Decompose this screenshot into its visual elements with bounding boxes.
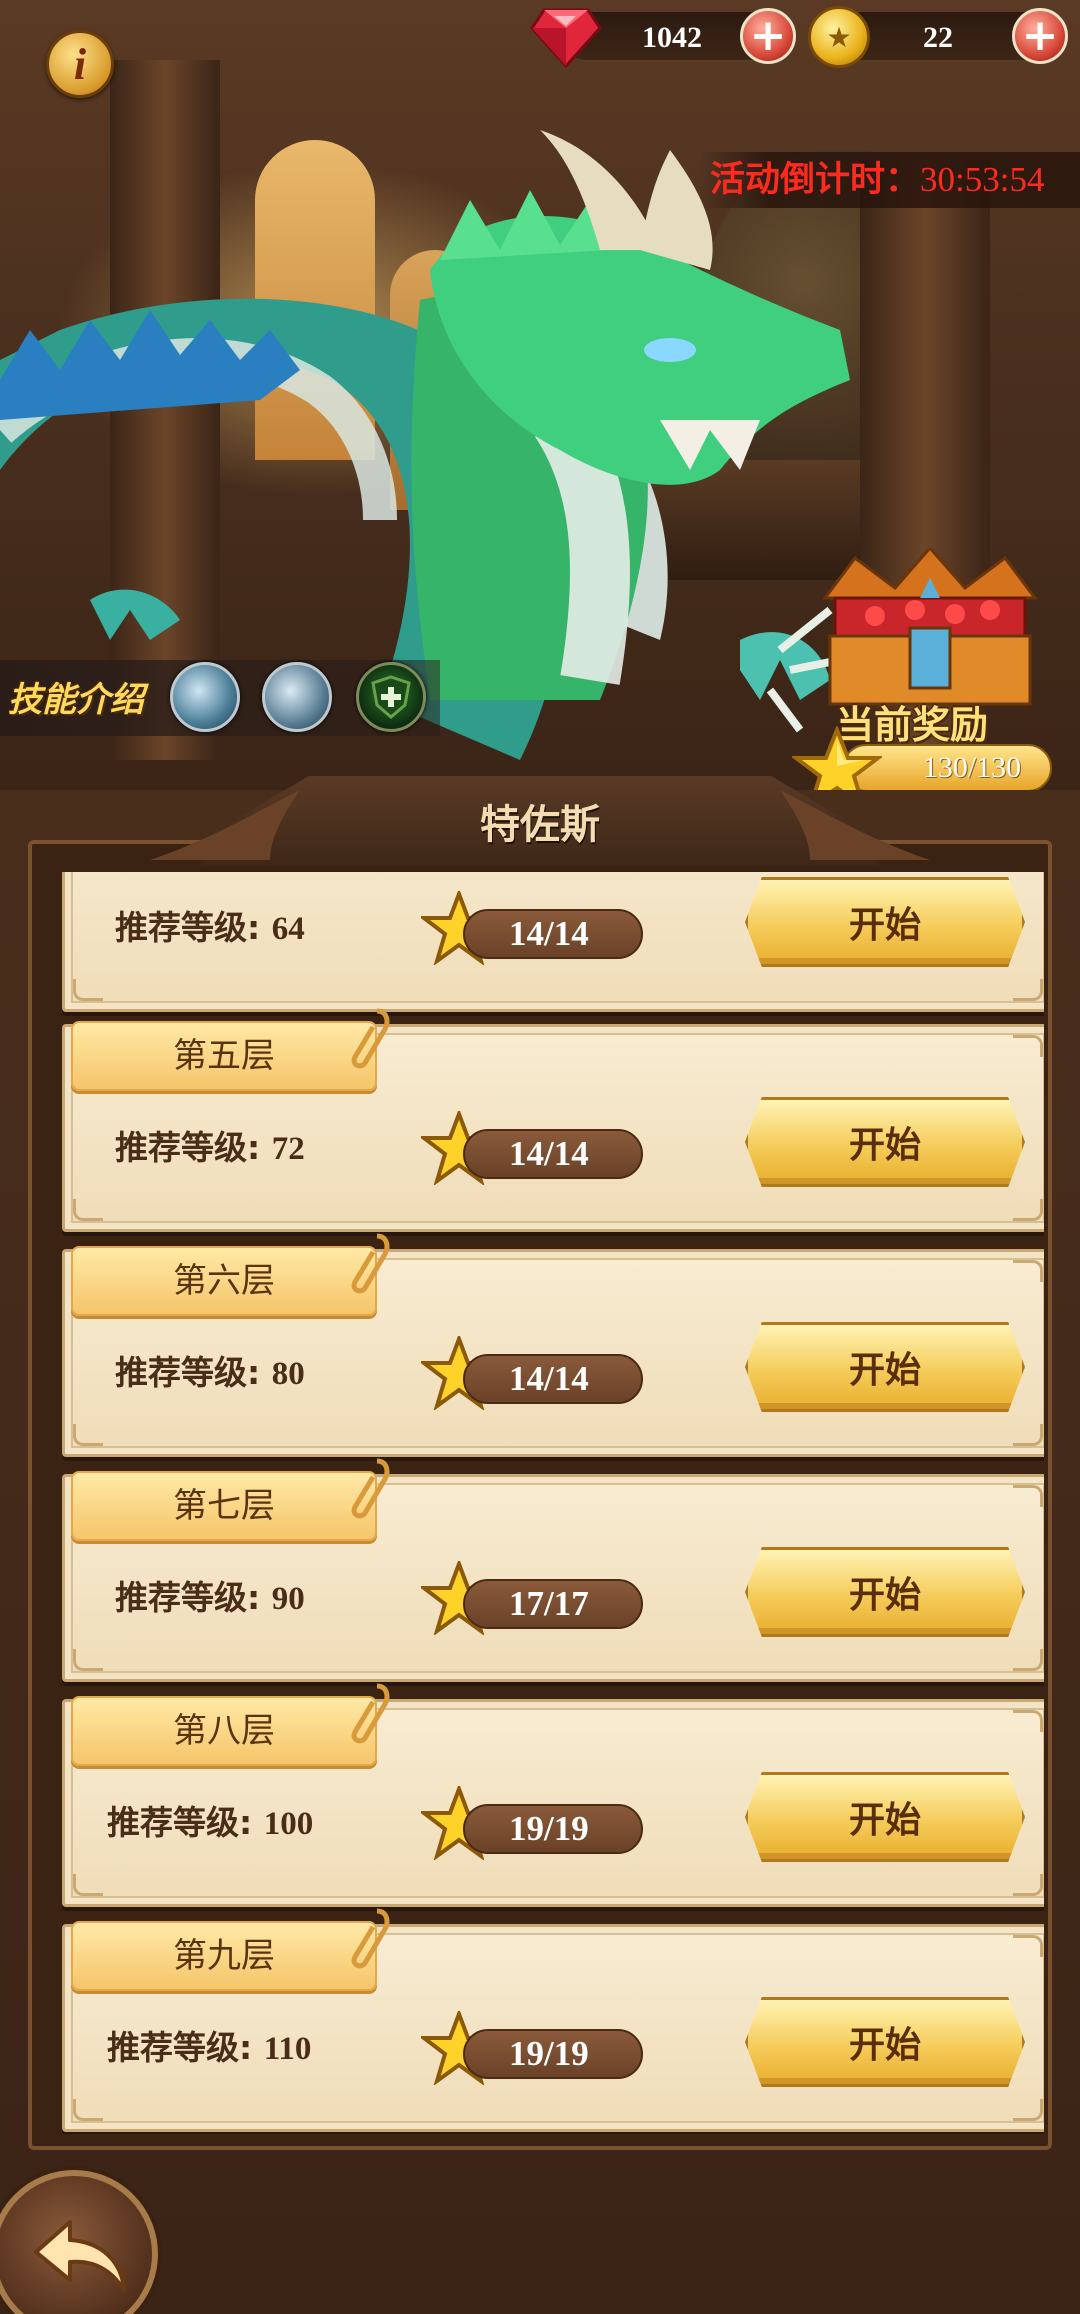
paperclip-icon bbox=[351, 1458, 390, 1519]
card-corner-ornament bbox=[73, 979, 103, 1001]
card-corner-ornament bbox=[1013, 1485, 1043, 1507]
add-coins-button[interactable]: + bbox=[1012, 8, 1068, 64]
recommended-level: 推荐等级: 72 bbox=[115, 1128, 305, 1167]
card-corner-ornament bbox=[73, 1424, 103, 1446]
boss-name-title: 特佐斯 bbox=[480, 802, 600, 848]
floor-tag: 第七层 bbox=[71, 1471, 377, 1541]
card-corner-ornament bbox=[1013, 2099, 1043, 2121]
recommended-level: 推荐等级: 64 bbox=[115, 908, 305, 947]
countdown-label: 活动倒计时： bbox=[710, 160, 921, 200]
star-progress: 14/14 bbox=[463, 1129, 643, 1179]
card-corner-ornament bbox=[1013, 1649, 1043, 1671]
floor-card-6: 第六层 推荐等级: 80 14/14 开始 bbox=[62, 1233, 1044, 1457]
card-corner-ornament bbox=[1013, 1710, 1043, 1732]
start-button[interactable]: 开始 bbox=[745, 877, 1025, 967]
card-corner-ornament bbox=[1013, 1874, 1043, 1896]
floor-card-8: 第八层 推荐等级: 100 19/19 开始 bbox=[62, 1683, 1044, 1907]
start-button[interactable]: 开始 bbox=[745, 1322, 1025, 1412]
recommended-level: 推荐等级: 80 bbox=[115, 1353, 305, 1392]
floor-card-7: 第七层 推荐等级: 90 17/17 开始 bbox=[62, 1458, 1044, 1682]
star-progress: 14/14 bbox=[463, 1354, 643, 1404]
recommended-level: 推荐等级: 100 bbox=[107, 1803, 314, 1842]
card-corner-ornament bbox=[73, 1874, 103, 1896]
recommended-level: 推荐等级: 90 bbox=[115, 1578, 305, 1617]
info-button[interactable]: i bbox=[46, 30, 114, 98]
add-gems-button[interactable]: + bbox=[740, 8, 796, 64]
star-progress: 17/17 bbox=[463, 1579, 643, 1629]
back-arrow-icon bbox=[34, 2220, 126, 2292]
card-corner-ornament bbox=[1013, 1935, 1043, 1957]
card-corner-ornament bbox=[1013, 979, 1043, 1001]
paperclip-icon bbox=[351, 1233, 390, 1294]
star-progress: 14/14 bbox=[463, 909, 643, 959]
paperclip-icon bbox=[351, 1008, 390, 1069]
card-corner-ornament bbox=[1013, 1035, 1043, 1057]
countdown-time: 30:53:54 bbox=[920, 160, 1045, 199]
floor-tag: 第九层 bbox=[71, 1921, 377, 1991]
start-button[interactable]: 开始 bbox=[745, 1097, 1025, 1187]
paperclip-icon bbox=[351, 1908, 390, 1969]
green-shield-skill-icon[interactable] bbox=[356, 662, 426, 732]
star-progress: 19/19 bbox=[463, 1804, 643, 1854]
ice-dragon-skill-icon[interactable] bbox=[170, 662, 240, 732]
card-corner-ornament bbox=[1013, 1260, 1043, 1282]
card-corner-ornament bbox=[1013, 1424, 1043, 1446]
treasure-chest-icon[interactable] bbox=[815, 548, 1045, 708]
floor-card: 推荐等级: 64 14/14 开始 bbox=[62, 872, 1044, 1012]
gold-coin-icon: ★ bbox=[808, 6, 870, 68]
recommended-level: 推荐等级: 110 bbox=[107, 2028, 312, 2067]
event-countdown: 活动倒计时：30:53:54 bbox=[700, 152, 1080, 208]
card-corner-ornament bbox=[73, 1199, 103, 1221]
coin-count: 22 bbox=[923, 21, 953, 54]
floor-card-9: 第九层 推荐等级: 110 19/19 开始 bbox=[62, 1908, 1044, 2132]
card-corner-ornament bbox=[73, 1649, 103, 1671]
floor-tag: 第六层 bbox=[71, 1246, 377, 1316]
floor-list[interactable]: 推荐等级: 64 14/14 开始 第五层 推荐等级: 72 14/14 开始 … bbox=[36, 872, 1044, 2134]
paperclip-icon bbox=[351, 1683, 390, 1744]
ruby-gem-icon bbox=[530, 8, 602, 68]
card-corner-ornament bbox=[1013, 1199, 1043, 1221]
floor-tag: 第五层 bbox=[71, 1021, 377, 1091]
start-button[interactable]: 开始 bbox=[745, 1547, 1025, 1637]
floor-tag: 第八层 bbox=[71, 1696, 377, 1766]
floor-card-5: 第五层 推荐等级: 72 14/14 开始 bbox=[62, 1008, 1044, 1232]
skills-intro-label[interactable]: 技能介绍 bbox=[8, 672, 144, 721]
star-progress: 19/19 bbox=[463, 2029, 643, 2079]
frost-claw-skill-icon[interactable] bbox=[262, 662, 332, 732]
gem-count: 1042 bbox=[642, 21, 702, 54]
start-button[interactable]: 开始 bbox=[745, 1997, 1025, 2087]
start-button[interactable]: 开始 bbox=[745, 1772, 1025, 1862]
card-corner-ornament bbox=[73, 2099, 103, 2121]
